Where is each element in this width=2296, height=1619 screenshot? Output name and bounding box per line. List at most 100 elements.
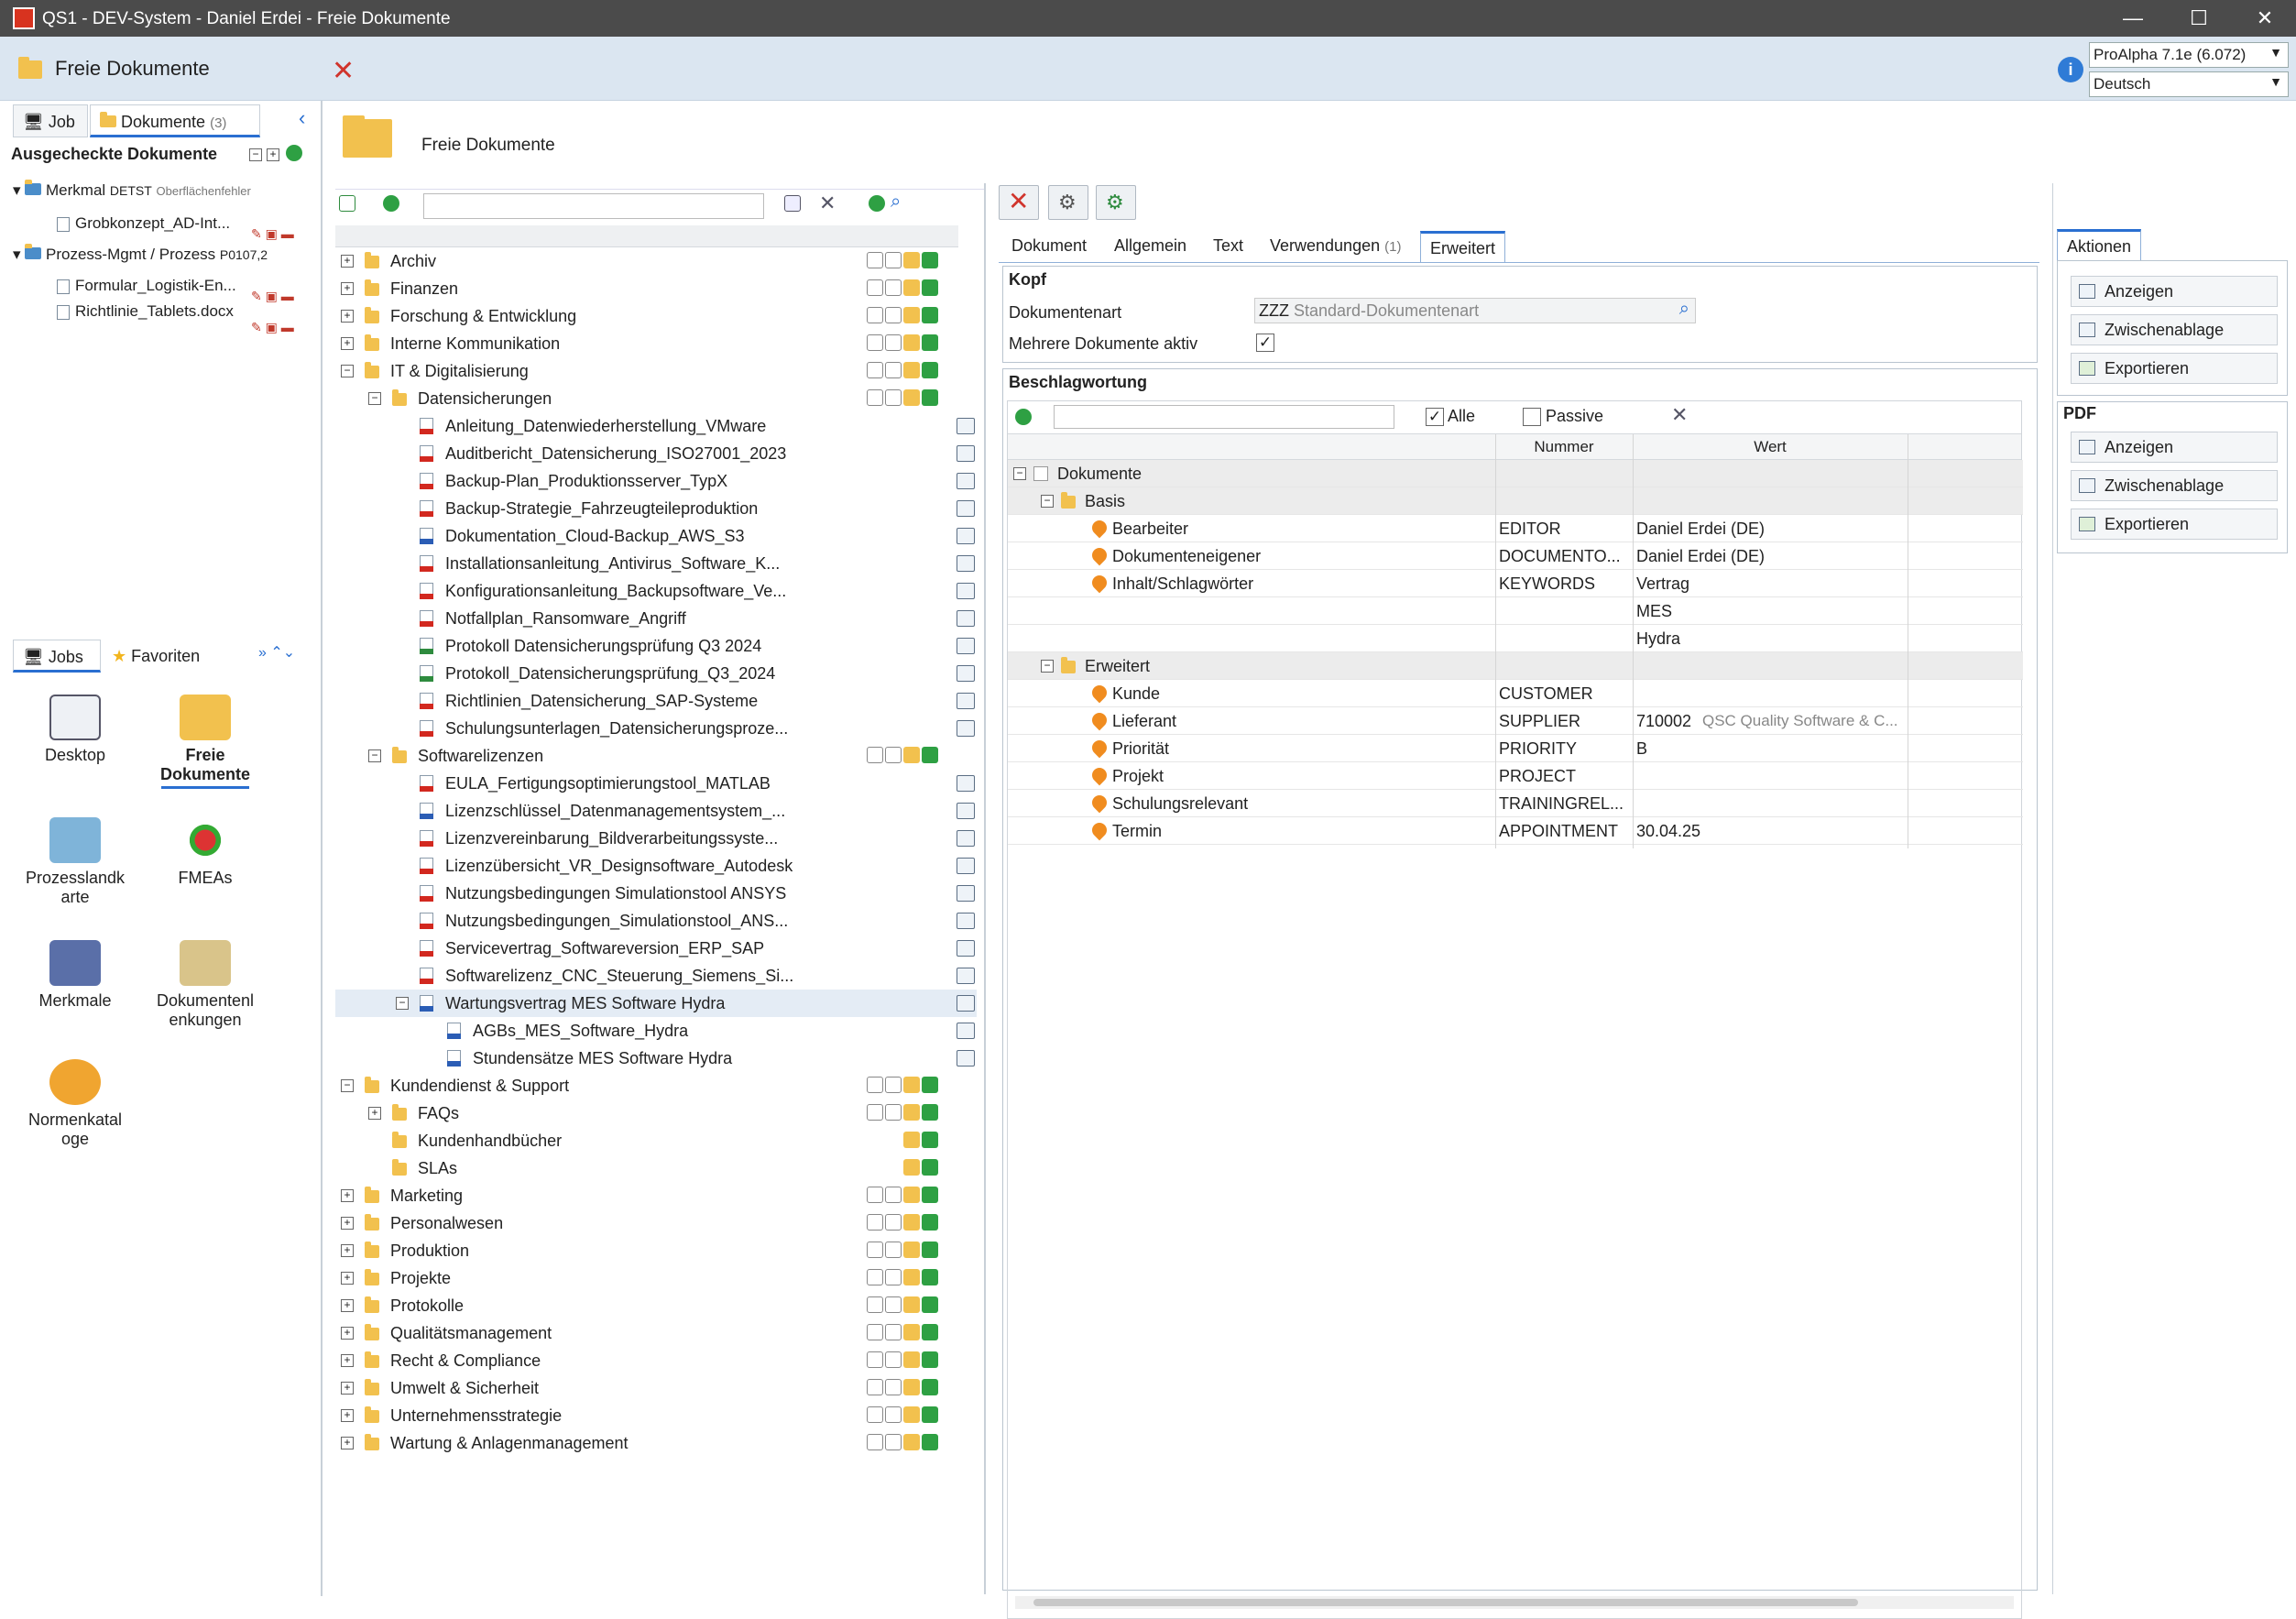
new-doc-icon[interactable]	[922, 389, 938, 406]
settings-button[interactable]: ⚙	[1048, 185, 1088, 220]
new-doc-icon[interactable]	[922, 1434, 938, 1450]
show-button[interactable]: Anzeigen	[2071, 276, 2278, 307]
tree-folder-row[interactable]: + FAQs	[335, 1099, 977, 1127]
expand-icon[interactable]: +	[341, 282, 354, 295]
list-item[interactable]: Formular_Logistik-En...	[57, 277, 236, 295]
details-icon[interactable]	[957, 638, 975, 654]
tree-document-row[interactable]: Protokoll_Datensicherungsprüfung_Q3_2024	[335, 660, 977, 687]
tree-document-row[interactable]: Nutzungsbedingungen Simulationstool ANSY…	[335, 880, 977, 907]
sync-button[interactable]: ⚙	[1096, 185, 1136, 220]
job-fmeas[interactable]: FMEAs	[150, 817, 260, 888]
expand-icon[interactable]: +	[341, 1299, 354, 1312]
tree-folder-row[interactable]: + Recht & Compliance	[335, 1347, 977, 1374]
expand-icon[interactable]: +	[341, 1272, 354, 1285]
add-icon[interactable]	[867, 334, 883, 351]
details-icon[interactable]	[957, 858, 975, 874]
passive-checkbox[interactable]	[1523, 408, 1541, 427]
lookup-icon[interactable]: ⌕	[1679, 299, 1689, 320]
expand-icon[interactable]: +	[341, 1217, 354, 1230]
add-icon[interactable]	[867, 389, 883, 406]
details-icon[interactable]	[957, 968, 975, 984]
details-icon[interactable]	[957, 885, 975, 902]
remove-icon[interactable]	[885, 1269, 902, 1285]
folder-add-icon[interactable]	[903, 1214, 920, 1231]
more-tabs-icon[interactable]: » ⌃⌄	[258, 643, 295, 662]
maximize-button[interactable]: ☐	[2175, 4, 2223, 33]
keyword-row[interactable]: − Erweitert	[1008, 652, 2023, 680]
tree-document-row[interactable]: − Wartungsvertrag MES Software Hydra	[335, 990, 977, 1017]
details-icon[interactable]	[957, 720, 975, 737]
folder-add-icon[interactable]	[903, 1351, 920, 1368]
tree-document-row[interactable]: Dokumentation_Cloud-Backup_AWS_S3	[335, 522, 977, 550]
expand-all-icon[interactable]: +	[267, 148, 280, 162]
language-select[interactable]: Deutsch ▼	[2089, 71, 2289, 97]
add-icon[interactable]	[867, 1187, 883, 1203]
folder-add-icon[interactable]	[903, 307, 920, 323]
details-icon[interactable]	[957, 940, 975, 957]
keyword-row[interactable]: MES	[1008, 597, 2023, 625]
folder-add-icon[interactable]	[903, 1269, 920, 1285]
tree-folder-row[interactable]: − Kundendienst & Support	[335, 1072, 977, 1099]
new-doc-icon[interactable]	[922, 1214, 938, 1231]
new-doc-icon[interactable]	[922, 1269, 938, 1285]
new-doc-icon[interactable]	[922, 1159, 938, 1176]
all-checkbox[interactable]: ✓	[1426, 408, 1444, 427]
expand-icon[interactable]: +	[341, 1382, 354, 1395]
tree-document-row[interactable]: Softwarelizenz_CNC_Steuerung_Siemens_Si.…	[335, 962, 977, 990]
remove-icon[interactable]	[885, 307, 902, 323]
collapse-all-icon[interactable]: −	[249, 148, 262, 162]
tree-folder-row[interactable]: − IT & Digitalisierung	[335, 357, 977, 385]
tree-document-row[interactable]: Anleitung_Datenwiederherstellung_VMware	[335, 412, 977, 440]
minimize-button[interactable]: —	[2109, 4, 2157, 33]
new-document-icon[interactable]	[339, 195, 355, 212]
tools-icon[interactable]: ✕	[1671, 403, 1688, 427]
details-icon[interactable]	[957, 803, 975, 819]
expand-icon[interactable]: +	[341, 1354, 354, 1367]
tree-folder-row[interactable]: + Projekte	[335, 1264, 977, 1292]
details-icon[interactable]	[957, 693, 975, 709]
remove-icon[interactable]	[885, 1324, 902, 1340]
folder-add-icon[interactable]	[903, 1187, 920, 1203]
remove-icon[interactable]	[885, 1077, 902, 1093]
details-icon[interactable]	[957, 830, 975, 847]
keyword-row[interactable]: Bearbeiter EDITOR Daniel Erdei (DE)	[1008, 515, 2023, 542]
job-merkmale[interactable]: Merkmale	[20, 940, 130, 1011]
collapse-icon[interactable]: −	[341, 1079, 354, 1092]
details-icon[interactable]	[957, 445, 975, 462]
remove-icon[interactable]	[885, 389, 902, 406]
new-doc-icon[interactable]	[922, 747, 938, 763]
details-icon[interactable]	[957, 500, 975, 517]
add-icon[interactable]	[867, 1406, 883, 1423]
collapse-panel-icon[interactable]: ‹	[299, 106, 305, 130]
tree-folder-row[interactable]: + Umwelt & Sicherheit	[335, 1374, 977, 1402]
add-icon[interactable]	[867, 1434, 883, 1450]
info-icon[interactable]: i	[2058, 57, 2083, 82]
folder-add-icon[interactable]	[903, 389, 920, 406]
folder-add-icon[interactable]	[903, 1379, 920, 1395]
folder-add-icon[interactable]	[903, 1159, 920, 1176]
version-select[interactable]: ProAlpha 7.1e (6.072) ▼	[2089, 42, 2289, 68]
tree-folder-row[interactable]: + Finanzen	[335, 275, 977, 302]
remove-icon[interactable]	[885, 1242, 902, 1258]
remove-icon[interactable]	[885, 279, 902, 296]
tree-document-row[interactable]: Nutzungsbedingungen_Simulationstool_ANS.…	[335, 907, 977, 935]
tree-folder-row[interactable]: SLAs	[335, 1154, 977, 1182]
expand-icon[interactable]: +	[341, 1189, 354, 1202]
folder-add-icon[interactable]	[903, 279, 920, 296]
keyword-row[interactable]: Priorität PRIORITY B	[1008, 735, 2023, 762]
list-item[interactable]: Richtlinie_Tablets.docx	[57, 302, 234, 321]
new-doc-icon[interactable]	[922, 1077, 938, 1093]
details-icon[interactable]	[957, 473, 975, 489]
sync-icon[interactable]	[869, 195, 885, 212]
expand-icon[interactable]: +	[368, 1107, 381, 1120]
tree-folder-row[interactable]: + Interne Kommunikation	[335, 330, 977, 357]
remove-icon[interactable]	[885, 1187, 902, 1203]
pdf-show-button[interactable]: Anzeigen	[2071, 432, 2278, 463]
details-icon[interactable]	[957, 1023, 975, 1039]
new-doc-icon[interactable]	[922, 1324, 938, 1340]
remove-icon[interactable]	[885, 362, 902, 378]
tab-favoriten[interactable]: ★ Favoriten	[103, 640, 240, 673]
list-item[interactable]: ▾ Merkmal DETST Oberflächenfehler	[13, 180, 251, 200]
list-item[interactable]: Grobkonzept_AD-Int...	[57, 214, 230, 233]
tree-folder-row[interactable]: + Produktion	[335, 1237, 977, 1264]
